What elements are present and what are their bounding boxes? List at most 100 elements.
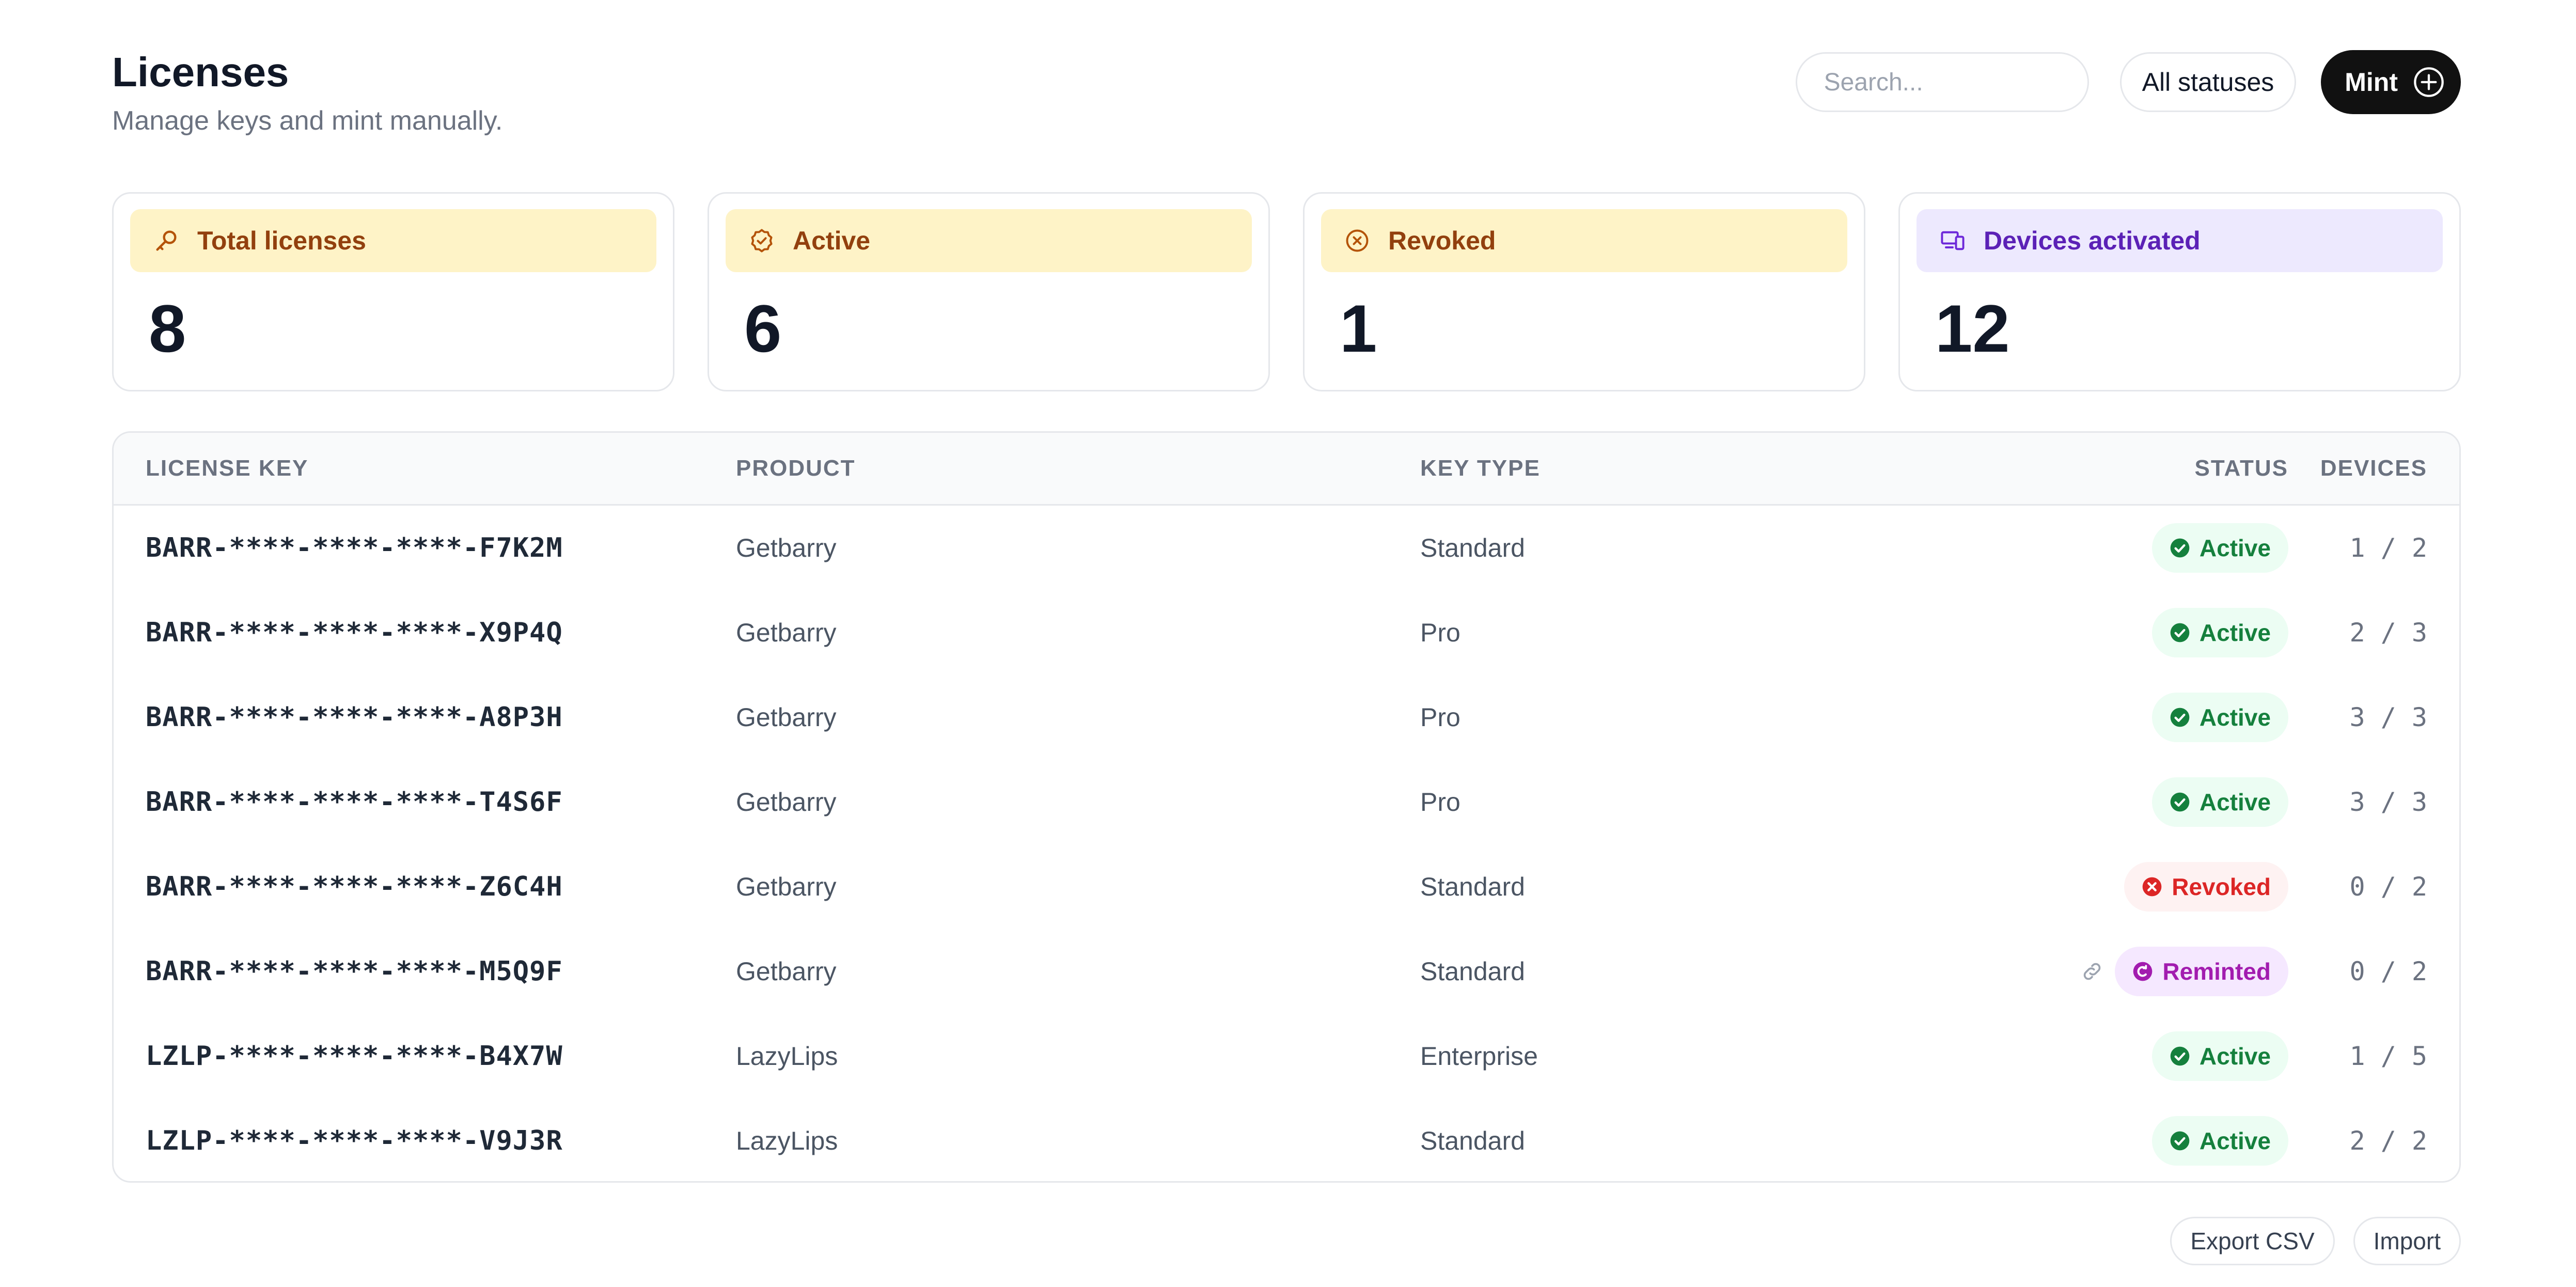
- status-badge: Reminted: [2115, 947, 2288, 996]
- key-type-cell: Enterprise: [1420, 1042, 1538, 1071]
- stat-card-devices-activated: Devices activated 12: [1898, 192, 2461, 391]
- page-header: Licenses Manage keys and mint manually.: [112, 49, 503, 136]
- stat-label-revoked: Revoked: [1321, 209, 1847, 272]
- status-badge: Active: [2151, 608, 2288, 657]
- key-type-cell: Pro: [1420, 788, 1460, 817]
- stats-row: Total licenses 8 Active 6 Revoked 1 Devi…: [112, 192, 2461, 391]
- devices-cell: 0 / 2: [2349, 872, 2427, 902]
- stat-label-total-licenses: Total licenses: [130, 209, 656, 272]
- status-cell: Active: [2151, 1116, 2288, 1166]
- status-cell: Active: [2151, 608, 2288, 657]
- status-badge-label: Active: [2199, 535, 2271, 561]
- table-row[interactable]: BARR-****-****-****-T4S6F Getbarry Pro Acti…: [114, 760, 2459, 844]
- status-cell: Active: [2151, 523, 2288, 573]
- devices-cell: 0 / 2: [2349, 956, 2427, 986]
- product-cell: Getbarry: [736, 957, 837, 986]
- check-circle-icon: [2170, 1131, 2190, 1151]
- product-cell: Getbarry: [736, 872, 837, 901]
- stat-label-active: Active: [726, 209, 1252, 272]
- stat-card-revoked: Revoked 1: [1303, 192, 1865, 391]
- status-cell: Active: [2151, 1031, 2288, 1081]
- stat-value-total-licenses: 8: [149, 291, 186, 366]
- check-circle-icon: [2170, 792, 2190, 812]
- page-title: Licenses: [112, 49, 289, 95]
- license-key-cell: BARR-****-****-****-T4S6F: [146, 787, 563, 818]
- stat-label-text: Revoked: [1388, 226, 1496, 255]
- status-badge: Active: [2151, 693, 2288, 742]
- link-icon[interactable]: [2081, 960, 2103, 983]
- status-badge: Active: [2151, 1116, 2288, 1166]
- devices-icon: [1941, 231, 1965, 250]
- column-header-status[interactable]: STATUS: [2195, 456, 2288, 481]
- status-cell: Reminted: [2081, 947, 2288, 996]
- column-header-license-key[interactable]: LICENSE KEY: [146, 456, 308, 481]
- status-badge-label: Active: [2199, 704, 2271, 731]
- license-key-cell: BARR-****-****-****-A8P3H: [146, 702, 563, 733]
- check-badge-icon: [751, 229, 773, 253]
- page-subtitle: Manage keys and mint manually.: [112, 106, 503, 136]
- key-type-cell: Standard: [1420, 957, 1525, 986]
- footer-actions: Export CSV Import: [2170, 1217, 2461, 1265]
- column-header-devices[interactable]: DEVICES: [2320, 456, 2427, 481]
- stat-label-devices-activated: Devices activated: [1917, 209, 2443, 272]
- status-badge-label: Active: [2199, 619, 2271, 646]
- devices-cell: 1 / 2: [2349, 533, 2427, 563]
- plus-circle-icon: [2414, 67, 2444, 97]
- x-circle-icon: [1346, 229, 1369, 252]
- product-cell: LazyLips: [736, 1126, 838, 1155]
- check-circle-icon: [2170, 623, 2190, 642]
- devices-cell: 3 / 3: [2349, 702, 2427, 732]
- product-cell: Getbarry: [736, 533, 837, 562]
- mint-button[interactable]: Mint: [2321, 50, 2461, 114]
- table-row[interactable]: BARR-****-****-****-A8P3H Getbarry Pro Acti…: [114, 675, 2459, 760]
- x-circle-icon: [2142, 877, 2162, 897]
- table-row[interactable]: LZLP-****-****-****-B4X7W LazyLips Enterpr…: [114, 1014, 2459, 1098]
- devices-cell: 2 / 2: [2349, 1126, 2427, 1156]
- key-type-cell: Standard: [1420, 533, 1525, 562]
- status-badge: Active: [2151, 777, 2288, 827]
- status-cell: Active: [2151, 777, 2288, 827]
- column-header-product[interactable]: PRODUCT: [736, 456, 856, 481]
- table-row[interactable]: BARR-****-****-****-M5Q9F Getbarry Standar…: [114, 929, 2459, 1014]
- key-type-cell: Pro: [1420, 703, 1460, 732]
- stat-card-total-licenses: Total licenses 8: [112, 192, 674, 391]
- status-badge: Active: [2151, 523, 2288, 573]
- status-badge-label: Revoked: [2172, 873, 2271, 900]
- column-header-key-type[interactable]: KEY TYPE: [1420, 456, 1541, 481]
- stat-value-active: 6: [744, 291, 782, 366]
- toolbar: All statuses Mint: [1795, 50, 2461, 114]
- product-cell: LazyLips: [736, 1042, 838, 1071]
- licenses-page: Licenses Manage keys and mint manually. …: [0, 0, 2576, 1287]
- table-row[interactable]: BARR-****-****-****-Z6C4H Getbarry Standar…: [114, 844, 2459, 929]
- status-badge-label: Active: [2199, 1043, 2271, 1070]
- status-badge: Active: [2151, 1031, 2288, 1081]
- status-cell: Active: [2151, 693, 2288, 742]
- key-type-cell: Standard: [1420, 872, 1525, 901]
- key-type-cell: Pro: [1420, 618, 1460, 647]
- table-header: LICENSE KEY PRODUCT KEY TYPE STATUS DEVI…: [114, 433, 2459, 506]
- reminted-circle-icon: [2133, 962, 2153, 981]
- product-cell: Getbarry: [736, 788, 837, 817]
- stat-card-active: Active 6: [708, 192, 1270, 391]
- export-csv-button[interactable]: Export CSV: [2170, 1217, 2335, 1265]
- license-key-cell: BARR-****-****-****-F7K2M: [146, 532, 563, 563]
- product-cell: Getbarry: [736, 618, 837, 647]
- key-type-cell: Standard: [1420, 1126, 1525, 1155]
- product-cell: Getbarry: [736, 703, 837, 732]
- table-body: BARR-****-****-****-F7K2M Getbarry Standar…: [114, 506, 2459, 1181]
- search-input[interactable]: [1795, 52, 2089, 112]
- check-circle-icon: [2170, 1046, 2190, 1066]
- status-filter-dropdown[interactable]: All statuses: [2119, 52, 2297, 112]
- table-row[interactable]: BARR-****-****-****-F7K2M Getbarry Standar…: [114, 506, 2459, 590]
- license-key-cell: BARR-****-****-****-M5Q9F: [146, 956, 563, 987]
- status-badge-label: Active: [2199, 789, 2271, 815]
- devices-cell: 3 / 3: [2349, 787, 2427, 817]
- table-row[interactable]: LZLP-****-****-****-V9J3R LazyLips Standar…: [114, 1098, 2459, 1181]
- status-cell: Revoked: [2124, 862, 2288, 912]
- devices-cell: 2 / 3: [2349, 618, 2427, 648]
- status-badge: Revoked: [2124, 862, 2288, 912]
- status-badge-label: Reminted: [2162, 958, 2271, 985]
- license-key-cell: LZLP-****-****-****-B4X7W: [146, 1041, 563, 1072]
- import-button[interactable]: Import: [2353, 1217, 2461, 1265]
- table-row[interactable]: BARR-****-****-****-X9P4Q Getbarry Pro Acti…: [114, 590, 2459, 675]
